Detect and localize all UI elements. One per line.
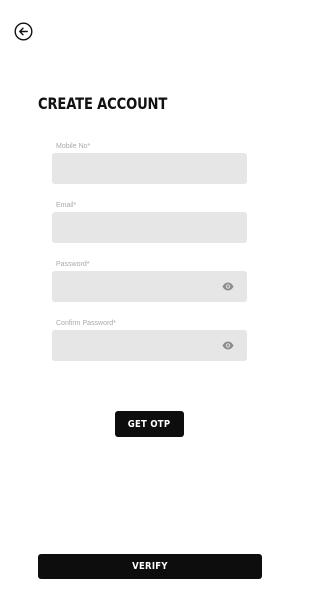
page-title: CREATE ACCOUNT [38,94,168,113]
verify-button[interactable]: VERIFY [38,554,262,579]
arrow-left-circle-icon [14,22,33,41]
email-label: Email* [56,202,77,209]
email-input[interactable] [52,212,247,243]
password-field[interactable] [52,271,247,302]
mobile-label: Mobile No* [56,143,91,150]
get-otp-button[interactable]: GET OTP [115,411,184,437]
back-button[interactable] [14,22,33,41]
confirm-password-label: Confirm Password* [56,320,116,327]
eye-icon[interactable] [222,341,234,350]
get-otp-label: GET OTP [128,418,171,430]
eye-icon[interactable] [222,282,234,291]
create-account-screen: CREATE ACCOUNT Mobile No* Email* Passwor… [0,0,300,612]
mobile-input[interactable] [52,153,247,184]
confirm-password-input[interactable] [52,330,247,361]
email-field[interactable] [52,212,247,243]
confirm-password-field[interactable] [52,330,247,361]
verify-label: VERIFY [132,561,168,572]
password-input[interactable] [52,271,247,302]
mobile-field[interactable] [52,153,247,184]
password-label: Password* [56,261,90,268]
